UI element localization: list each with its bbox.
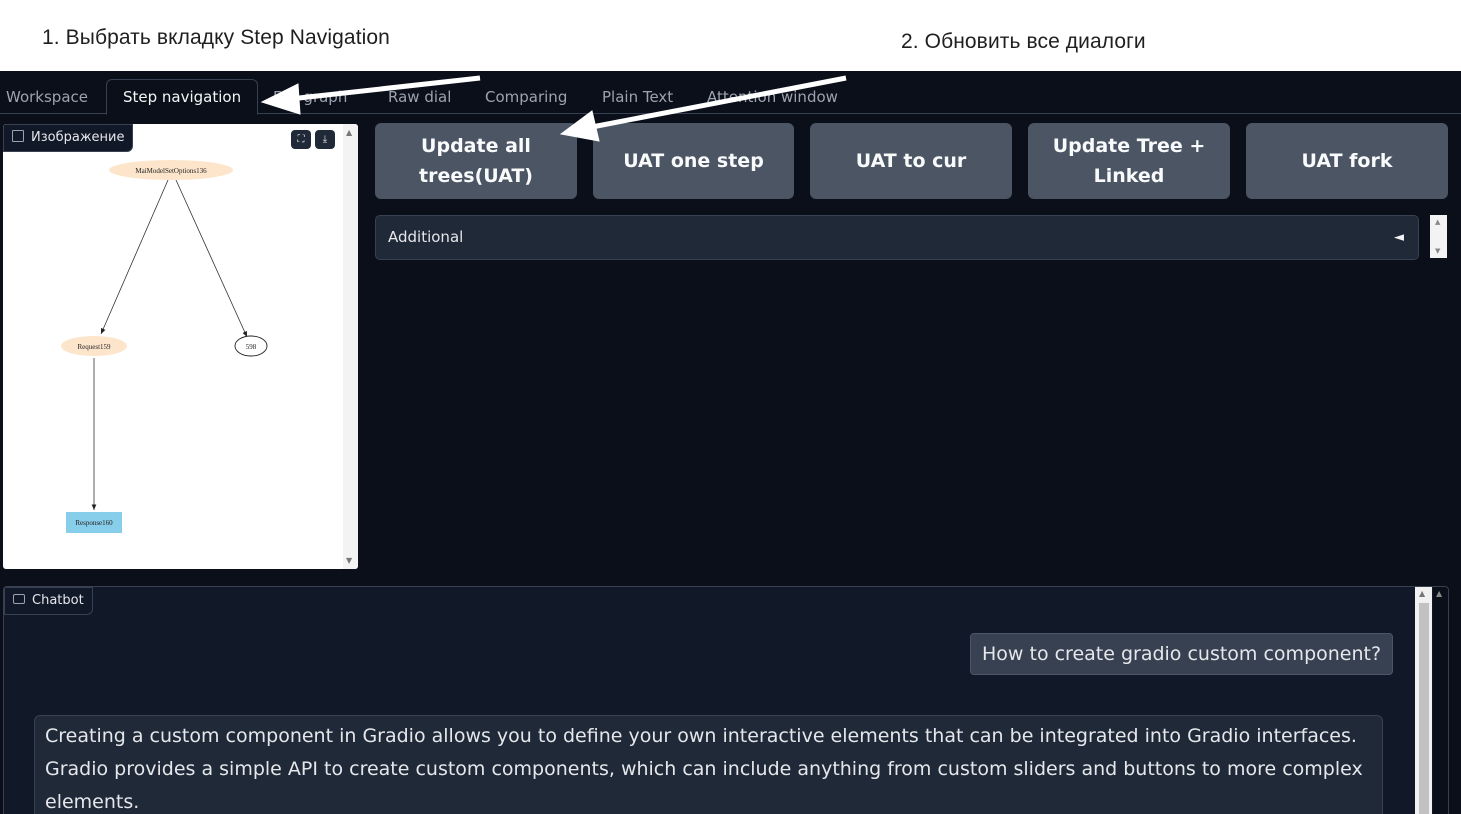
image-panel: MaiModelSetOptions136 Request159 598 Res… bbox=[3, 124, 358, 569]
chat-scrollbar[interactable]: ▲ bbox=[1415, 587, 1432, 814]
tab-step-navigation[interactable]: Step navigation bbox=[106, 79, 259, 115]
graph-node-598-label: 598 bbox=[246, 343, 257, 351]
update-all-trees-button[interactable]: Update all trees(UAT) bbox=[375, 123, 577, 199]
outer-scrollbar[interactable]: ▲ bbox=[1433, 587, 1448, 814]
chat-scrollbar-thumb[interactable] bbox=[1419, 603, 1429, 814]
graph-image: MaiModelSetOptions136 Request159 598 Res… bbox=[61, 160, 268, 533]
instruction-step-1: 1. Выбрать вкладку Step Navigation bbox=[42, 26, 390, 49]
tab-plain-text[interactable]: Plain Text bbox=[602, 80, 673, 112]
app-window: Workspace Step navigation Full graph Raw… bbox=[0, 71, 1461, 814]
image-panel-label: Изображение bbox=[3, 124, 134, 152]
graph-edge bbox=[100, 179, 169, 335]
update-tree-linked-button[interactable]: Update Tree + Linked bbox=[1028, 123, 1230, 199]
uat-one-step-button[interactable]: UAT one step bbox=[593, 123, 794, 199]
caret-left-icon[interactable]: ◄ bbox=[1394, 216, 1404, 259]
graph-edge bbox=[175, 179, 248, 338]
instruction-step-2: 2. Обновить все диалоги bbox=[901, 30, 1146, 53]
bot-message: Creating a custom component in Gradio al… bbox=[34, 715, 1383, 814]
additional-accordion[interactable]: Additional ◄ bbox=[375, 215, 1419, 260]
chatbot-panel: Chatbot How to create gradio custom comp… bbox=[3, 586, 1449, 814]
tab-comparing[interactable]: Comparing bbox=[485, 80, 567, 112]
image-icon bbox=[12, 130, 24, 142]
download-icon[interactable]: ⤓ bbox=[315, 130, 335, 149]
chat-icon bbox=[13, 594, 25, 604]
accordion-scrollbar[interactable]: ▲ ▼ bbox=[1430, 215, 1447, 258]
graph-node-request-label: Request159 bbox=[77, 343, 111, 351]
tab-raw-dial[interactable]: Raw dial bbox=[388, 80, 451, 112]
tab-attention-window[interactable]: Attention window bbox=[707, 80, 838, 112]
chatbot-label: Chatbot bbox=[4, 587, 93, 615]
uat-to-cur-button[interactable]: UAT to cur bbox=[810, 123, 1012, 199]
tab-workspace[interactable]: Workspace bbox=[6, 80, 88, 112]
tab-full-graph[interactable]: Full graph bbox=[273, 80, 347, 112]
fullscreen-icon[interactable]: ⛶ bbox=[291, 130, 311, 149]
uat-fork-button[interactable]: UAT fork bbox=[1246, 123, 1448, 199]
graph-node-response-label: Response160 bbox=[75, 519, 113, 527]
tab-bar: Workspace Step navigation Full graph Raw… bbox=[0, 71, 1461, 115]
graph-node-root-label: MaiModelSetOptions136 bbox=[135, 167, 207, 175]
accordion-label: Additional bbox=[388, 228, 464, 246]
image-panel-scrollbar[interactable]: ▲ ▼ bbox=[343, 124, 358, 569]
user-message: How to create gradio custom component? bbox=[970, 633, 1394, 675]
